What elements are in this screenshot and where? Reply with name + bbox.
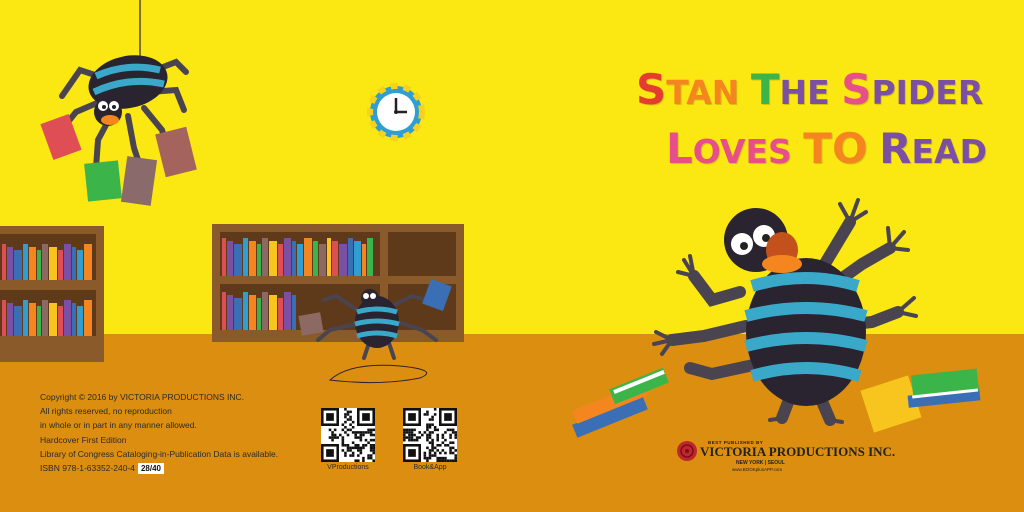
book-stack-icon	[572, 367, 669, 438]
page-number-badge: 28/40	[137, 463, 165, 475]
title-line-2: LOVES TO READ	[666, 121, 987, 180]
publisher-seal-icon	[677, 441, 697, 461]
qr-label: Book&App	[413, 464, 447, 471]
isbn-line: ISBN 978-1-63352-240-4 28/40	[40, 461, 278, 475]
bookshelf-icon	[0, 226, 104, 362]
publisher-cities: NEW YORK | SEOUL	[736, 460, 785, 466]
title-letters	[792, 124, 804, 180]
title-letters: HE	[779, 73, 830, 112]
qr-label: VProductions	[327, 464, 369, 471]
clock-icon	[367, 83, 425, 141]
book-stack-icon	[860, 368, 981, 433]
qr-code-vproductions[interactable]: VProductions	[318, 408, 378, 471]
copyright-line: Copyright © 2016 by VICTORIA PRODUCTIONS…	[40, 392, 245, 402]
title-letters	[830, 65, 842, 121]
edition-line: Hardcover First Edition	[40, 434, 127, 445]
title-letters: S	[636, 65, 667, 114]
book-cover: STAN THE SPIDER LOVES TO READ Copyright …	[0, 0, 1024, 512]
title-letters: R	[879, 124, 912, 173]
title-letters: O	[831, 124, 868, 173]
cataloging-line: Library of Congress Cataloging-in-Public…	[40, 448, 279, 459]
title-letters: TAN	[666, 73, 740, 112]
title-letters: OVES	[692, 132, 792, 171]
qr-code-icon	[321, 408, 375, 462]
book-title: STAN THE SPIDER LOVES TO READ	[636, 62, 987, 180]
qr-code-icon	[403, 408, 457, 462]
title-letters: S	[841, 65, 872, 114]
bookshelf-icon	[212, 224, 464, 342]
publisher-name: VICTORIA PRODUCTIONS INC.	[700, 444, 896, 459]
reproduction-line: in whole or in part in any manner allowe…	[40, 420, 197, 431]
isbn-text: ISBN 978-1-63352-240-4	[40, 463, 135, 474]
title-letters: T	[750, 65, 780, 114]
title-letters	[739, 65, 751, 121]
qr-code-bookapp[interactable]: Book&App	[400, 408, 460, 471]
hanging-spider-icon	[40, 0, 197, 206]
title-letters: L	[666, 124, 693, 173]
publisher-url[interactable]: www.BOOKplusAPP.com	[732, 467, 782, 472]
title-letters: PIDER	[871, 73, 984, 112]
title-line-1: STAN THE SPIDER	[636, 62, 987, 121]
copyright-block: Copyright © 2016 by VICTORIA PRODUCTIONS…	[40, 390, 278, 475]
title-letters	[868, 124, 880, 180]
rights-line: All rights reserved, no reproduction	[40, 406, 172, 417]
title-letters: EAD	[911, 132, 987, 171]
title-letters: T	[803, 124, 832, 173]
